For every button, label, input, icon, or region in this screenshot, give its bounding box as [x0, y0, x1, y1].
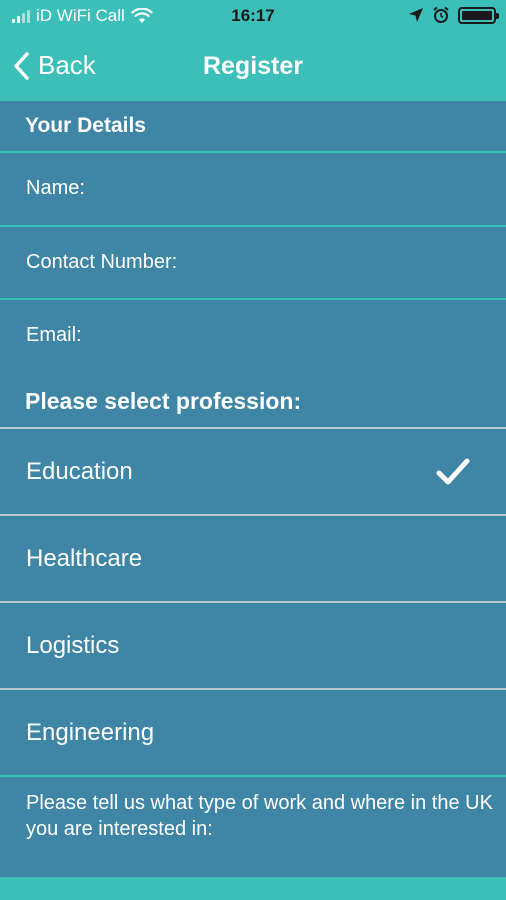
option-label: Engineering [26, 719, 155, 746]
name-field-label: Name: [26, 176, 85, 199]
contact-number-field[interactable]: Contact Number: [0, 226, 506, 298]
profession-option-healthcare[interactable]: Healthcare [0, 516, 506, 602]
footer-bar [0, 877, 506, 900]
divider [0, 775, 506, 777]
alarm-icon [433, 6, 449, 23]
location-arrow-icon [409, 8, 423, 22]
option-label: Logistics [26, 632, 120, 659]
your-details-header: Your Details [25, 114, 146, 137]
status-right [408, 6, 499, 24]
email-field[interactable]: Email: [0, 299, 506, 371]
option-label: Healthcare [26, 545, 143, 572]
profession-header: Please select profession: [25, 388, 302, 414]
navigation-bar: Back Register [0, 34, 506, 101]
work-preference-prompt: Please tell us what type of work and whe… [26, 792, 493, 840]
status-bar: iD WiFi Call 16:17 [0, 0, 506, 34]
battery-icon [458, 6, 499, 24]
email-field-label: Email: [26, 323, 82, 346]
profession-option-engineering[interactable]: Engineering [0, 690, 506, 776]
option-label: Education [26, 458, 133, 485]
profession-option-logistics[interactable]: Logistics [0, 603, 506, 689]
page-title: Register [202, 52, 304, 80]
profession-option-education[interactable]: Education [0, 429, 506, 515]
checkmark-icon [436, 458, 470, 485]
name-field[interactable]: Name: [0, 152, 506, 224]
contact-number-field-label: Contact Number: [26, 250, 178, 273]
